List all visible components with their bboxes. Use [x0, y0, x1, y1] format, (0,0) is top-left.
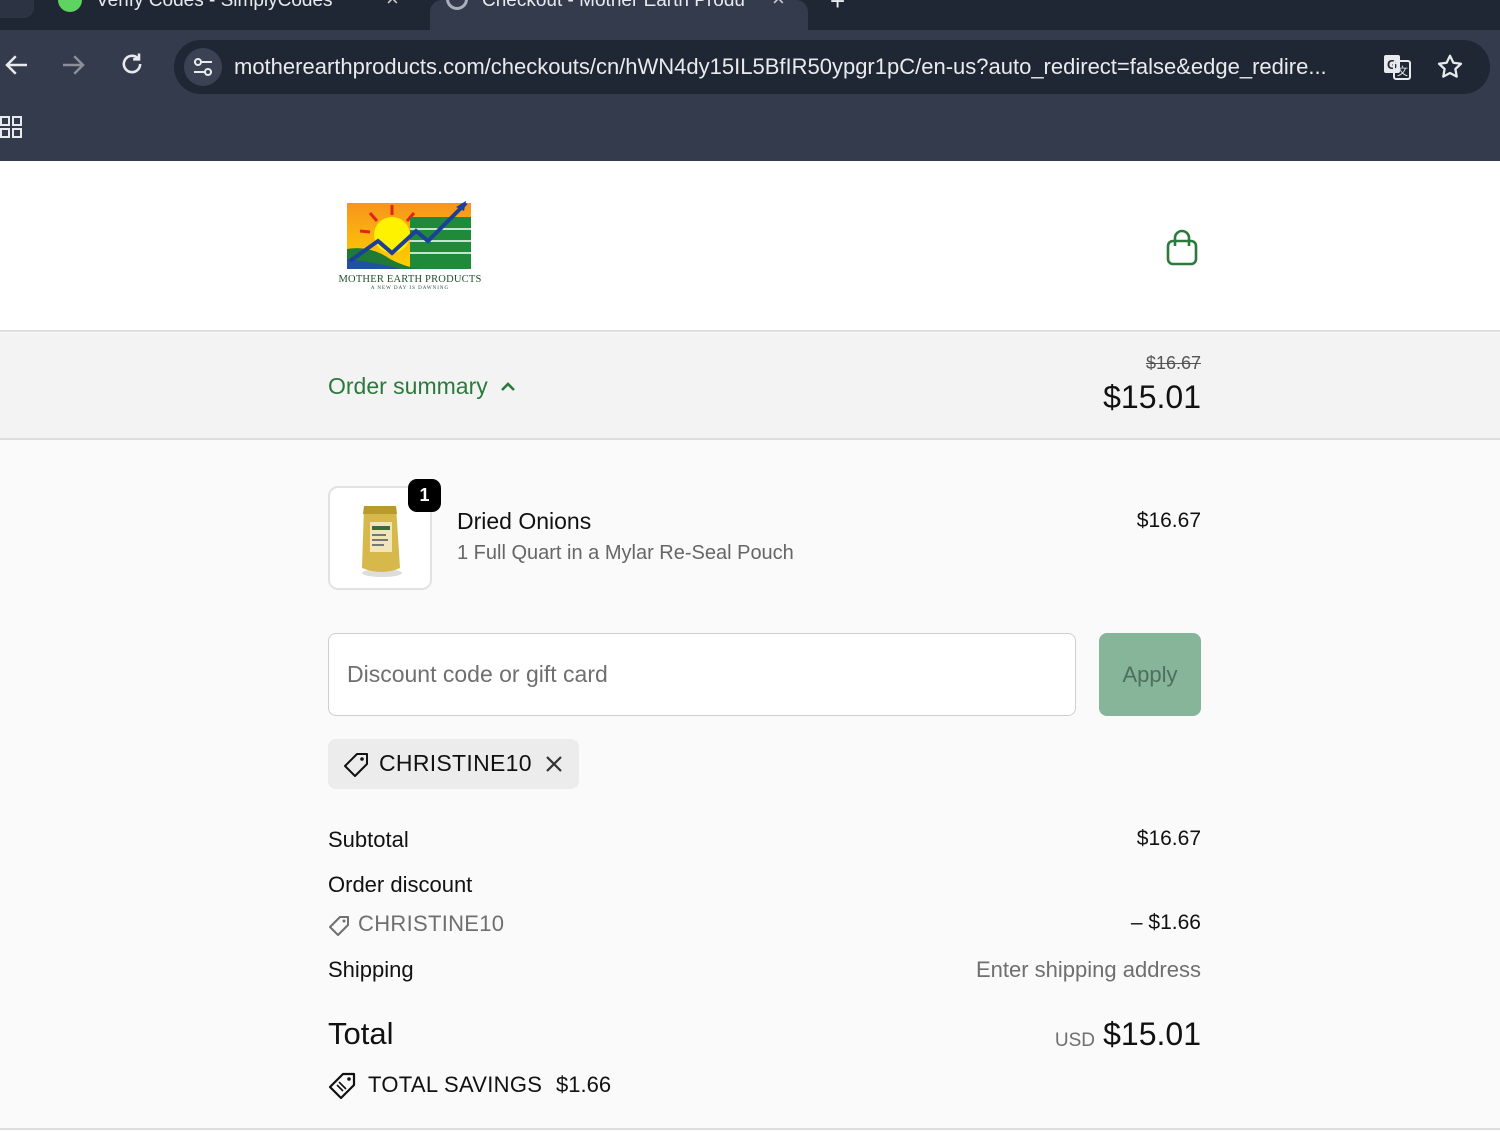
logo-wordmark: MOTHER EARTH PRODUCTS [338, 274, 482, 285]
forward-arrow-icon [63, 55, 85, 75]
site-info-button[interactable] [184, 48, 222, 86]
order-summary-toggle[interactable]: Order summary $16.67 $15.01 [0, 333, 1500, 440]
translate-icon[interactable]: G 文 [1382, 52, 1412, 82]
loading-favicon-icon [446, 0, 468, 10]
back-arrow-icon [5, 55, 27, 75]
forward-button[interactable] [56, 50, 90, 84]
simplycodes-favicon-icon [58, 0, 82, 12]
total-savings-value: $1.66 [556, 1072, 612, 1097]
total-savings-label: TOTAL SAVINGS [368, 1072, 543, 1097]
shipping-value: Enter shipping address [975, 957, 1201, 982]
subtotal-label: Subtotal [328, 827, 409, 852]
tune-icon [194, 58, 212, 76]
divider [0, 1128, 1500, 1130]
tag-icon [344, 753, 368, 777]
original-total-price: $16.67 [1145, 353, 1201, 373]
reload-icon [122, 53, 142, 74]
svg-text:G: G [1387, 57, 1397, 72]
address-bar[interactable]: motherearthproducts.com/checkouts/cn/hWN… [174, 40, 1490, 94]
close-tab-icon[interactable]: × [386, 0, 399, 12]
back-button[interactable] [0, 50, 34, 84]
logo-tagline: A NEW DAY IS DAWNING [370, 286, 450, 291]
quantity-badge: 1 [408, 479, 441, 512]
applied-discount-chip: CHRISTINE10 [328, 739, 579, 789]
shipping-label: Shipping [328, 957, 414, 982]
apps-grid-icon[interactable] [0, 116, 24, 140]
applied-discount-code: CHRISTINE10 [379, 750, 532, 776]
order-discount-value: – $1.66 [1130, 911, 1201, 934]
product-variant: 1 Full Quart in a Mylar Re-Seal Pouch [457, 542, 794, 564]
close-tab-icon[interactable]: × [772, 0, 785, 12]
total-label: Total [328, 1016, 394, 1051]
tab-label: Checkout - Mother Earth Produ [482, 0, 745, 11]
summary-total-price: $15.01 [1103, 379, 1201, 415]
total-value: $15.01 [1103, 1016, 1201, 1052]
tab-search-button[interactable] [0, 0, 34, 18]
apply-discount-button[interactable]: Apply [1099, 633, 1201, 716]
checkout-page: MOTHER EARTH PRODUCTS A NEW DAY IS DAWNI… [0, 161, 1500, 1131]
remove-discount-icon[interactable] [541, 751, 567, 777]
subtotal-value: $16.67 [1136, 827, 1201, 850]
product-price: $16.67 [1136, 509, 1201, 532]
svg-text:文: 文 [1397, 64, 1408, 78]
order-summary-label[interactable]: Order summary [328, 373, 488, 400]
tab-simplycodes[interactable]: Verify Codes - SimplyCodes × [36, 0, 431, 30]
store-header: MOTHER EARTH PRODUCTS A NEW DAY IS DAWNI… [0, 161, 1500, 332]
reload-button[interactable] [115, 50, 149, 84]
url-text[interactable]: motherearthproducts.com/checkouts/cn/hWN… [234, 54, 1327, 80]
shopping-bag-icon[interactable] [1164, 229, 1200, 267]
tab-label: Verify Codes - SimplyCodes [96, 0, 333, 11]
discount-tag-icon [329, 916, 349, 936]
browser-chrome: Verify Codes - SimplyCodes × Checkout - … [0, 0, 1500, 161]
product-name: Dried Onions [457, 508, 592, 534]
bookmark-star-icon[interactable] [1435, 52, 1465, 82]
new-tab-button[interactable]: + [830, 0, 845, 17]
order-discount-code: CHRISTINE10 [358, 911, 505, 936]
currency-code: USD [1054, 1030, 1095, 1051]
tab-strip: Verify Codes - SimplyCodes × Checkout - … [0, 0, 1500, 30]
tab-checkout[interactable]: Checkout - Mother Earth Produ × [430, 0, 808, 30]
chevron-up-icon[interactable] [498, 377, 518, 397]
order-discount-label: Order discount [328, 872, 473, 897]
discount-code-input[interactable] [328, 633, 1076, 716]
savings-tag-icon [328, 1072, 356, 1100]
